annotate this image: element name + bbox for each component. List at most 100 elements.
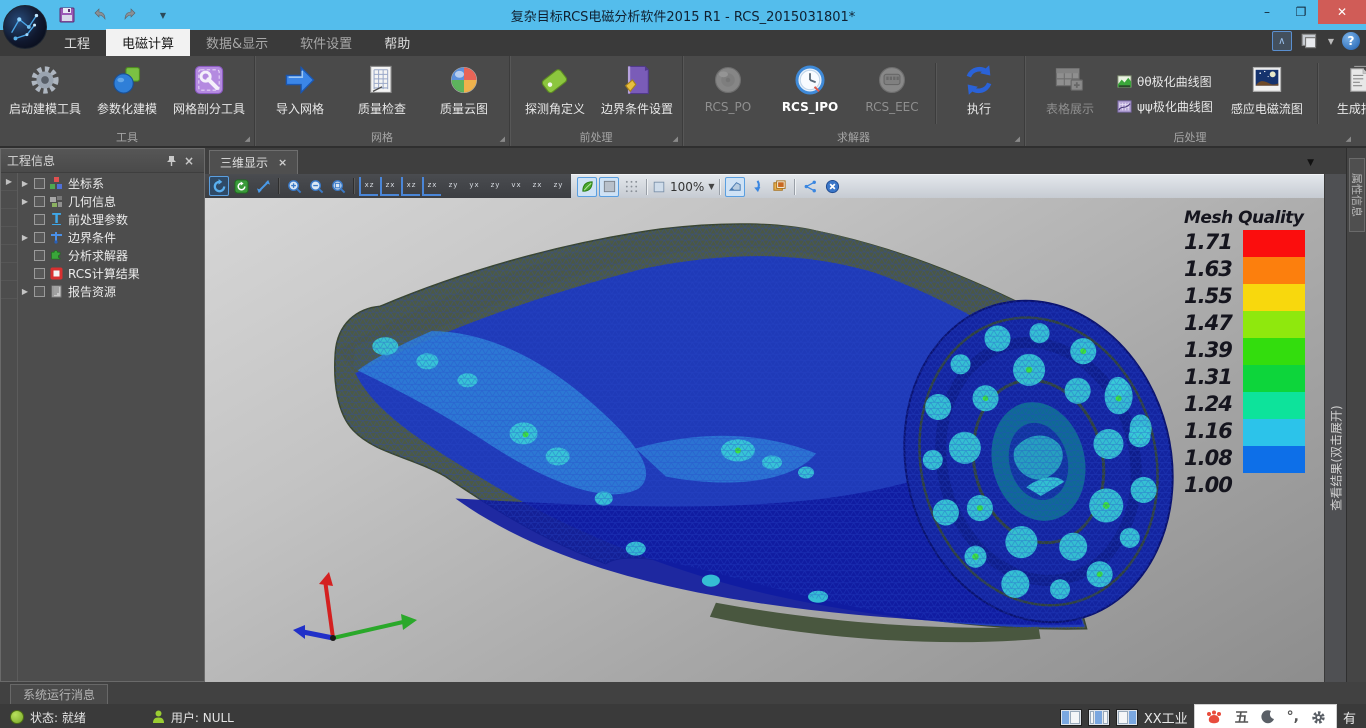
expand-icon[interactable]: ▶ xyxy=(20,287,30,296)
import-mesh-button[interactable]: 导入网格 xyxy=(259,59,341,128)
dialog-launcher-icon[interactable]: ◢ xyxy=(673,135,678,143)
clip-view-button[interactable] xyxy=(725,177,745,197)
layout-center-panel-button[interactable] xyxy=(1088,709,1110,726)
restore-button[interactable]: ❐ xyxy=(1284,0,1318,24)
execute-button[interactable]: 执行 xyxy=(938,59,1020,128)
tab-settings[interactable]: 软件设置 xyxy=(284,29,368,56)
minimize-button[interactable]: – xyxy=(1250,0,1284,24)
probe-angle-button[interactable]: 探测角定义 xyxy=(514,59,596,128)
psi-polar-curve-button[interactable]: ψψ极化曲线图 xyxy=(1117,98,1213,115)
tree-item-solver[interactable]: 分析求解器 xyxy=(18,246,204,264)
view-orientation-button[interactable]: yx xyxy=(464,177,483,196)
view-orientation-button[interactable]: zy xyxy=(485,177,504,196)
zoom-percent-select[interactable]: 100% ▼ xyxy=(652,180,714,194)
tab-list-dropdown-icon[interactable]: ▼ xyxy=(1307,158,1314,168)
shaded-render-button[interactable] xyxy=(577,177,597,197)
rcs-po-button[interactable]: RCS_PO xyxy=(687,59,769,128)
clear-view-button[interactable] xyxy=(822,177,842,197)
system-messages-tab[interactable]: 系统运行消息 xyxy=(10,684,108,704)
parametric-modeling-button[interactable]: 参数化建模 xyxy=(86,59,168,128)
ime-settings-gear-icon[interactable] xyxy=(1311,710,1326,725)
close-button[interactable]: ✕ xyxy=(1318,0,1366,24)
help-icon[interactable]: ? xyxy=(1342,32,1360,50)
quality-check-button[interactable]: 质量检查 xyxy=(341,59,423,128)
dialog-launcher-icon[interactable]: ◢ xyxy=(1346,135,1351,143)
pin-icon[interactable] xyxy=(162,153,180,169)
collapsed-results-panel[interactable]: 查看结果(双击展开) xyxy=(1324,174,1346,682)
mesh-partition-tool-button[interactable]: 网格剖分工具 xyxy=(168,59,250,128)
undo-icon[interactable] xyxy=(88,5,110,25)
zoom-out-button[interactable] xyxy=(306,176,326,196)
checkbox[interactable] xyxy=(34,232,45,243)
launch-modeling-tool-button[interactable]: 启动建模工具 xyxy=(4,59,86,128)
pan-button[interactable] xyxy=(253,176,273,196)
tab-project[interactable]: 工程 xyxy=(48,29,106,56)
generate-report-button[interactable]: 生成报告 xyxy=(1320,59,1366,128)
save-icon[interactable] xyxy=(56,5,78,25)
dialog-launcher-icon[interactable]: ◢ xyxy=(1015,135,1020,143)
checkbox[interactable] xyxy=(34,286,45,297)
checkbox[interactable] xyxy=(34,196,45,207)
orbit-rotate-button[interactable] xyxy=(209,176,229,196)
view-orientation-button[interactable]: zx xyxy=(380,177,399,196)
expand-icon[interactable]: ▶ xyxy=(20,197,30,206)
boundary-settings-button[interactable]: 边界条件设置 xyxy=(596,59,678,128)
gutter-arrow-icon[interactable]: ▶ xyxy=(1,173,17,191)
tree-item-report-resources[interactable]: ▶ 报告资源 xyxy=(18,282,204,300)
share-link-button[interactable] xyxy=(800,177,820,197)
qat-more-icon[interactable]: ▼ xyxy=(152,5,174,25)
zoom-fit-button[interactable] xyxy=(328,176,348,196)
tree-item-boundary-conditions[interactable]: ▶ 边界条件 xyxy=(18,228,204,246)
view-orientation-button[interactable]: zx xyxy=(527,177,546,196)
ribbon-collapse-icon[interactable]: ∧ xyxy=(1272,31,1292,51)
tab-data-display[interactable]: 数据&显示 xyxy=(190,29,284,56)
tree-item-coordinate-system[interactable]: ▶ 坐标系 xyxy=(18,174,204,192)
dock-tab-properties[interactable]: 属性信息 xyxy=(1349,158,1365,232)
quality-cloud-button[interactable]: 质量云图 xyxy=(423,59,505,128)
display-style-dropdown-icon[interactable]: ▼ xyxy=(1328,37,1334,46)
rcs-ipo-button[interactable]: RCS_IPO xyxy=(769,59,851,128)
table-display-button[interactable]: 表格展示 xyxy=(1029,59,1111,128)
app-logo[interactable] xyxy=(3,5,47,49)
layout-right-panel-button[interactable] xyxy=(1116,709,1138,726)
expand-icon[interactable]: ▶ xyxy=(20,233,30,242)
wireframe-button[interactable] xyxy=(621,177,641,197)
view-orientation-button[interactable]: xz xyxy=(401,177,420,196)
view-orientation-button[interactable]: xz xyxy=(359,177,378,196)
view-orientation-button[interactable]: vx xyxy=(506,177,525,196)
tab-3d-display[interactable]: 三维显示 × xyxy=(209,150,298,174)
checkbox[interactable] xyxy=(34,214,45,225)
layout-left-panel-button[interactable] xyxy=(1060,709,1082,726)
ime-punctuation-label[interactable]: °, xyxy=(1287,709,1299,725)
view-orientation-button[interactable]: zy xyxy=(548,177,567,196)
display-style-icon[interactable] xyxy=(1300,31,1320,51)
tree-item-preprocess-params[interactable]: T 前处理参数 xyxy=(18,210,204,228)
dialog-launcher-icon[interactable]: ◢ xyxy=(500,135,505,143)
spin-rotate-button[interactable] xyxy=(231,176,251,196)
tab-help[interactable]: 帮助 xyxy=(368,29,426,56)
view-orientation-button[interactable]: zy xyxy=(443,177,462,196)
zoom-in-button[interactable] xyxy=(284,176,304,196)
panel-close-icon[interactable]: × xyxy=(180,153,198,169)
theta-polar-curve-button[interactable]: θθ极化曲线图 xyxy=(1117,73,1213,90)
induction-current-map-button[interactable]: 感应电磁流图 xyxy=(1219,59,1315,128)
ime-moon-icon[interactable] xyxy=(1261,710,1275,724)
snapshot-button[interactable] xyxy=(769,177,789,197)
expand-icon[interactable]: ▶ xyxy=(20,179,30,188)
checkbox[interactable] xyxy=(34,268,45,279)
tab-close-icon[interactable]: × xyxy=(278,156,287,169)
ime-wubi-label[interactable]: 五 xyxy=(1235,707,1249,727)
checkbox[interactable] xyxy=(34,178,45,189)
render-canvas[interactable]: Mesh Quality 1.71 1.63 1.55 1.47 1.39 1.… xyxy=(205,198,1324,682)
dialog-launcher-icon[interactable]: ◢ xyxy=(245,135,250,143)
rcs-eec-button[interactable]: RCS_EEC xyxy=(851,59,933,128)
zoom-dropdown-icon[interactable]: ▼ xyxy=(708,182,714,191)
redo-icon[interactable] xyxy=(120,5,142,25)
drop-down-view-button[interactable] xyxy=(747,177,767,197)
ime-paw-icon[interactable] xyxy=(1205,709,1223,725)
view-orientation-button[interactable]: zx xyxy=(422,177,441,196)
tree-item-rcs-results[interactable]: RCS计算结果 xyxy=(18,264,204,282)
tab-em-compute[interactable]: 电磁计算 xyxy=(106,29,190,56)
flat-render-button[interactable] xyxy=(599,177,619,197)
checkbox[interactable] xyxy=(34,250,45,261)
